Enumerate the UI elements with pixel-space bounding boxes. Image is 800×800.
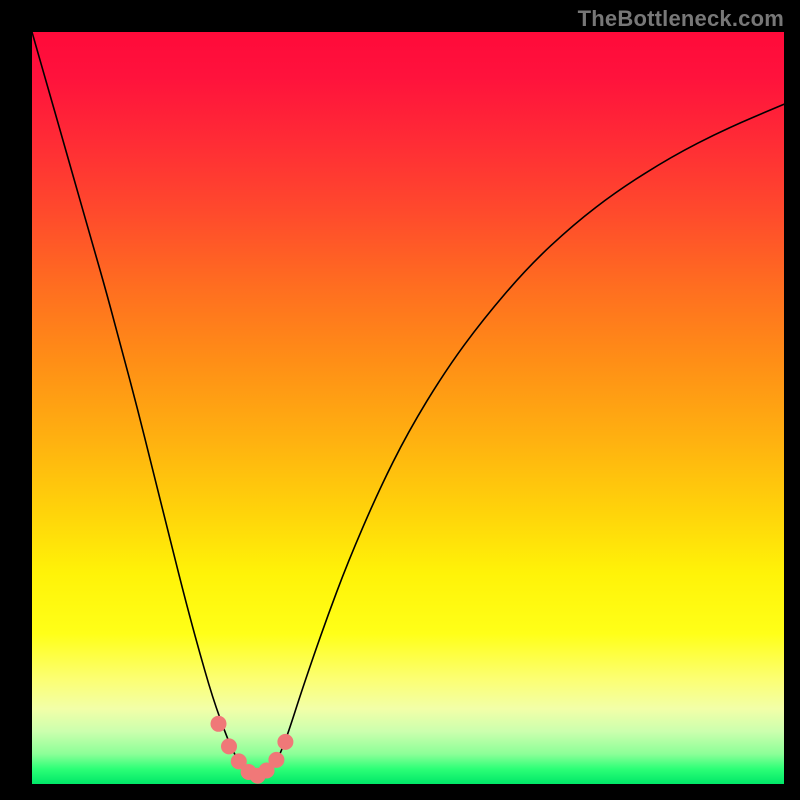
marker-dot bbox=[221, 738, 237, 754]
curve-layer bbox=[32, 32, 784, 784]
watermark-label: TheBottleneck.com bbox=[578, 6, 784, 32]
marker-dot bbox=[211, 716, 227, 732]
outer-frame: TheBottleneck.com bbox=[0, 0, 800, 800]
marker-dot bbox=[277, 734, 293, 750]
marker-dot bbox=[268, 752, 284, 768]
bottleneck-curve bbox=[32, 32, 784, 776]
plot-area bbox=[32, 32, 784, 784]
